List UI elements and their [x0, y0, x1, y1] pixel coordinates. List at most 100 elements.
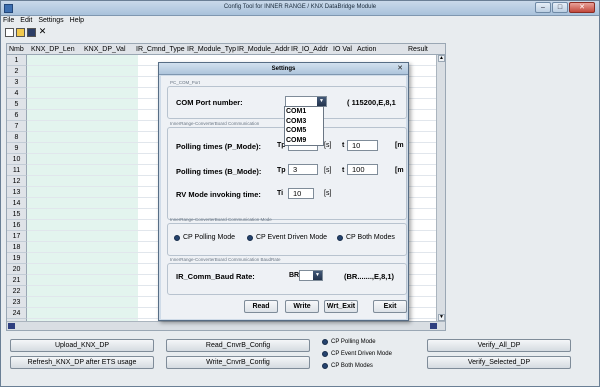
row-number[interactable]: 13	[7, 187, 27, 198]
row-number[interactable]: 14	[7, 198, 27, 209]
grid-header: Nmb KNX_DP_Len KNX_DP_Val IR_Cmnd_Type I…	[7, 44, 445, 55]
com-option[interactable]: COM5	[285, 126, 323, 136]
verify-selected-dp-button[interactable]: Verify_Selected_DP	[427, 356, 571, 369]
unit-m-b: [m	[395, 167, 404, 174]
unit-s-rv: [s]	[324, 190, 332, 197]
row-number[interactable]: 11	[7, 165, 27, 176]
unit-s-b: [s]	[324, 167, 332, 174]
row-number[interactable]: 4	[7, 88, 27, 99]
row-number[interactable]: 23	[7, 297, 27, 308]
vertical-scrollbar[interactable]: ▲ ▼	[436, 55, 445, 321]
refresh-knx-dp-button[interactable]: Refresh_KNX_DP after ETS usage	[10, 356, 154, 369]
polling-b-label: Polling times (B_Mode):	[176, 167, 262, 176]
t-prefix-b: t	[342, 167, 345, 174]
row-number[interactable]: 19	[7, 253, 27, 264]
scroll-right-arrow-icon[interactable]	[430, 323, 437, 329]
row-number[interactable]: 7	[7, 121, 27, 132]
row-number[interactable]: 18	[7, 242, 27, 253]
ti-prefix: Ti	[277, 190, 284, 197]
header-ir-module-addr[interactable]: IR_Module_Addr	[237, 46, 290, 53]
menu-file[interactable]: File	[3, 17, 14, 27]
dialog-radio-polling[interactable]: CP Polling Mode	[174, 234, 235, 241]
dialog-wrt-exit-button[interactable]: Wrt_Exit	[324, 300, 358, 313]
new-file-icon[interactable]	[5, 28, 14, 37]
timing-group-title: InnerRange-ConverterBoard Communication	[170, 121, 260, 126]
dialog-read-button[interactable]: Read	[244, 300, 278, 313]
unit-m-p: [m	[395, 142, 404, 149]
row-number[interactable]: 24	[7, 308, 27, 319]
toolbar: ✕	[5, 27, 47, 39]
header-ir-module-typ[interactable]: IR_Module_Typ	[187, 46, 236, 53]
close-window-button[interactable]: ✕	[569, 2, 595, 13]
menu-help[interactable]: Help	[70, 17, 84, 27]
row-number[interactable]: 9	[7, 143, 27, 154]
radio-cp-event-driven-mode[interactable]: CP Event Driven Mode	[322, 351, 392, 357]
close-icon[interactable]: ✕	[38, 27, 47, 37]
polling-b-tp-input[interactable]: 3	[288, 164, 318, 175]
radio-cp-polling-mode[interactable]: CP Polling Mode	[322, 339, 376, 345]
header-ir-io-addr[interactable]: IR_IO_Addr	[291, 46, 328, 53]
row-number[interactable]: 20	[7, 264, 27, 275]
verify-all-dp-button[interactable]: Verify_All_DP	[427, 339, 571, 352]
polling-p-t-input[interactable]: 10	[347, 140, 378, 151]
header-ir-cmnd-type[interactable]: IR_Cmnd_Type	[136, 46, 185, 53]
dialog-exit-button[interactable]: Exit	[373, 300, 407, 313]
horizontal-scrollbar[interactable]	[7, 321, 445, 330]
header-result[interactable]: Result	[408, 46, 428, 53]
row-number[interactable]: 15	[7, 209, 27, 220]
read-config-button[interactable]: Read_CnvrB_Config	[166, 339, 310, 352]
radio-dot-icon	[174, 234, 180, 241]
polling-b-t-input[interactable]: 100	[347, 164, 378, 175]
row-number[interactable]: 17	[7, 231, 27, 242]
open-folder-icon[interactable]	[16, 28, 25, 37]
row-number[interactable]: 22	[7, 286, 27, 297]
header-nmb[interactable]: Nmb	[9, 46, 24, 53]
settings-dialog-title: Settings	[159, 63, 408, 75]
row-number[interactable]: 12	[7, 176, 27, 187]
baud-rate-select[interactable]: ▼	[299, 270, 323, 281]
window-title: Config Tool for INNER RANGE / KNX DataBr…	[223, 4, 377, 10]
tp-prefix-b: Tp	[277, 167, 286, 174]
unit-s-p: [s]	[324, 142, 332, 149]
row-number[interactable]: 5	[7, 99, 27, 110]
header-io-val[interactable]: IO Val	[333, 46, 352, 53]
baud-group-title: InnerRange-ConverterBoard Communication …	[170, 257, 281, 262]
row-number[interactable]: 10	[7, 154, 27, 165]
row-number[interactable]: 1	[7, 55, 27, 66]
row-number[interactable]: 3	[7, 77, 27, 88]
scroll-up-arrow-icon[interactable]: ▲	[438, 55, 445, 62]
com-option[interactable]: COM9	[285, 136, 323, 146]
com-option[interactable]: COM3	[285, 117, 323, 127]
radio-dot-icon	[322, 339, 328, 345]
row-number[interactable]: 16	[7, 220, 27, 231]
save-icon[interactable]	[27, 28, 36, 37]
minimize-button[interactable]: –	[535, 2, 551, 13]
header-action[interactable]: Action	[357, 46, 376, 53]
radio-dot-icon	[322, 363, 328, 369]
dialog-write-button[interactable]: Write	[285, 300, 319, 313]
radio-cp-both-modes[interactable]: CP Both Modes	[322, 363, 373, 369]
main-window: Config Tool for INNER RANGE / KNX DataBr…	[0, 0, 600, 387]
row-number[interactable]: 21	[7, 275, 27, 286]
header-knx-dp-val[interactable]: KNX_DP_Val	[84, 46, 126, 53]
write-config-button[interactable]: Write_CnvrB_Config	[166, 356, 310, 369]
maximize-button[interactable]: □	[552, 2, 568, 13]
com-option[interactable]: COM1	[285, 107, 323, 117]
radio-dot-icon	[247, 234, 253, 241]
scroll-left-arrow-icon[interactable]	[8, 323, 15, 329]
com-port-dropdown-list: COM1 COM3 COM5 COM9	[284, 106, 324, 146]
dialog-radio-both[interactable]: CP Both Modes	[337, 234, 395, 241]
row-number[interactable]: 8	[7, 132, 27, 143]
dialog-radio-event-driven[interactable]: CP Event Driven Mode	[247, 234, 327, 241]
title-bar: Config Tool for INNER RANGE / KNX DataBr…	[1, 1, 599, 16]
scroll-down-arrow-icon[interactable]: ▼	[438, 314, 445, 321]
menu-edit[interactable]: Edit	[20, 17, 32, 27]
com-params-label: ( 115200,E,8,1	[347, 98, 396, 107]
mode-group-title: InnerRange-ConverterBoard Communication …	[170, 217, 272, 222]
header-knx-dp-len[interactable]: KNX_DP_Len	[31, 46, 75, 53]
rv-ti-input[interactable]: 10	[288, 188, 314, 199]
row-number[interactable]: 2	[7, 66, 27, 77]
dialog-close-icon[interactable]: ✕	[395, 65, 405, 73]
upload-knx-dp-button[interactable]: Upload_KNX_DP	[10, 339, 154, 352]
row-number[interactable]: 6	[7, 110, 27, 121]
